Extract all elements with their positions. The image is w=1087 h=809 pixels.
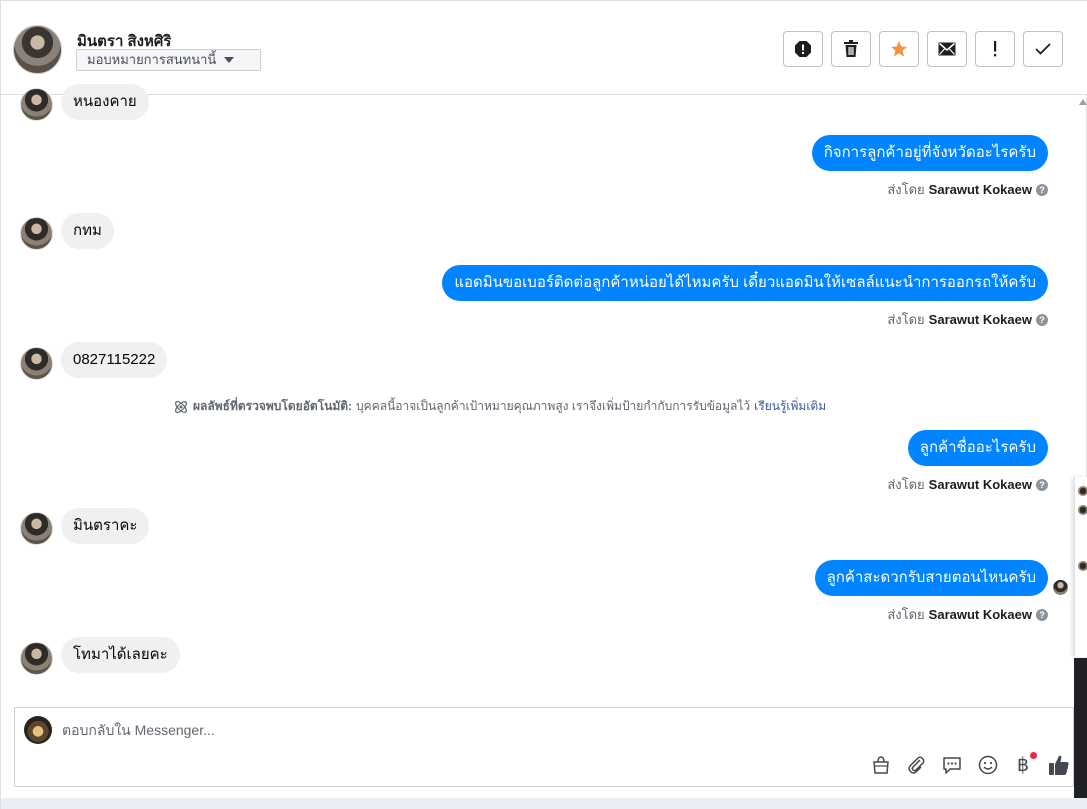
message-bubble-incoming[interactable]: 0827115222 — [61, 342, 168, 378]
star-icon — [891, 41, 907, 57]
check-icon — [1035, 43, 1051, 55]
assign-conversation-dropdown[interactable]: มอบหมายการสนทนานี้ — [76, 49, 261, 71]
help-icon[interactable]: ? — [1036, 608, 1048, 621]
scroll-up-arrow-icon[interactable] — [1079, 99, 1087, 105]
sent-by-label: ส่งโดย Sarawut Kokaew ? — [887, 474, 1048, 495]
follow-up-button[interactable] — [975, 31, 1015, 67]
conversation-window: มินตรา สิงหศิริ มอบหมายการสนทนานี้ หนองค… — [0, 0, 1087, 809]
sent-by-label: ส่งโดย Sarawut Kokaew ? — [887, 309, 1048, 330]
customer-avatar[interactable] — [20, 217, 53, 250]
customer-avatar[interactable] — [20, 642, 53, 675]
baht-icon: ฿ — [1016, 754, 1030, 776]
message-bubble-incoming[interactable]: หนองคาย — [61, 84, 149, 120]
trash-icon — [844, 40, 858, 57]
caret-down-icon — [224, 57, 235, 63]
customer-avatar[interactable] — [20, 512, 53, 545]
message-bubble-incoming[interactable]: กทม — [61, 213, 114, 249]
star-button[interactable] — [879, 31, 919, 67]
quick-reply-icon — [943, 757, 961, 774]
edge-avatar — [1078, 505, 1087, 515]
learn-more-link[interactable]: เรียนรู้เพิ่มเติม — [754, 397, 826, 416]
emoji-icon — [978, 755, 998, 775]
side-panel-dark-edge — [1074, 658, 1087, 808]
side-panel-edge — [1074, 477, 1087, 657]
sent-by-prefix: ส่งโดย — [887, 607, 925, 622]
spam-icon — [795, 41, 811, 57]
reply-input[interactable] — [62, 720, 762, 740]
saved-replies-button[interactable] — [941, 754, 963, 776]
auto-note-label: ผลลัพธ์ที่ตรวจพบโดยอัตโนมัติ: — [193, 399, 353, 413]
emoji-button[interactable] — [977, 754, 999, 776]
like-button[interactable] — [1048, 754, 1070, 776]
sender-name: Sarawut Kokaew — [928, 312, 1032, 327]
contact-avatar[interactable] — [13, 25, 62, 74]
auto-detected-note: ผลลัพธ์ที่ตรวจพบโดยอัตโนมัติ: บุคคลนี้อา… — [173, 397, 826, 416]
sent-by-prefix: ส่งโดย — [887, 477, 925, 492]
atom-icon — [175, 400, 187, 413]
thumbs-up-icon — [1049, 755, 1069, 775]
sent-by-label: ส่งโดย Sarawut Kokaew ? — [887, 179, 1048, 200]
help-icon[interactable]: ? — [1036, 183, 1048, 196]
sent-by-prefix: ส่งโดย — [887, 182, 925, 197]
sent-by-prefix: ส่งโดย — [887, 312, 925, 327]
attach-button[interactable] — [905, 754, 927, 776]
edge-avatar — [1078, 486, 1087, 496]
mark-done-button[interactable] — [1023, 31, 1063, 67]
shop-button[interactable] — [870, 754, 892, 776]
edge-avatar — [1078, 561, 1087, 571]
auto-note-text: บุคคลนี้อาจเป็นลูกค้าเป้าหมายคุณภาพสูง เ… — [356, 399, 751, 413]
customer-avatar[interactable] — [20, 88, 53, 121]
sent-by-label: ส่งโดย Sarawut Kokaew ? — [887, 604, 1048, 625]
page-avatar — [24, 716, 52, 744]
delete-button[interactable] — [831, 31, 871, 67]
help-icon[interactable]: ? — [1036, 478, 1048, 491]
paperclip-icon — [908, 756, 925, 774]
mark-spam-button[interactable] — [783, 31, 823, 67]
sender-name: Sarawut Kokaew — [928, 477, 1032, 492]
mark-unread-button[interactable] — [927, 31, 967, 67]
mail-icon — [938, 42, 956, 56]
sender-name: Sarawut Kokaew — [928, 182, 1032, 197]
help-icon[interactable]: ? — [1036, 313, 1048, 326]
message-bubble-outgoing[interactable]: กิจการลูกค้าอยู่ที่จังหวัดอะไรครับ — [811, 135, 1048, 171]
customer-avatar[interactable] — [20, 347, 53, 380]
shop-bag-icon — [873, 756, 889, 774]
conversation-header: มินตรา สิงหศิริ มอบหมายการสนทนานี้ — [1, 1, 1087, 95]
message-bubble-outgoing[interactable]: ลูกค้าชื่ออะไรครับ — [907, 430, 1048, 466]
reply-composer: ฿ — [14, 707, 1074, 787]
message-bubble-incoming[interactable]: โทมาได้เลยคะ — [61, 637, 180, 673]
sender-name: Sarawut Kokaew — [928, 607, 1032, 622]
bottom-strip — [1, 798, 1087, 809]
message-bubble-incoming[interactable]: มินตราคะ — [61, 508, 150, 544]
seen-indicator-avatar — [1053, 580, 1068, 595]
notification-dot — [1030, 752, 1037, 759]
message-bubble-outgoing[interactable]: แอดมินขอเบอร์ติดต่อลูกค้าหน่อยได้ไหมครับ… — [442, 265, 1048, 301]
assign-label: มอบหมายการสนทนานี้ — [87, 52, 217, 67]
message-bubble-outgoing[interactable]: ลูกค้าสะดวกรับสายตอนไหนครับ — [814, 560, 1048, 596]
exclamation-icon — [994, 41, 997, 57]
